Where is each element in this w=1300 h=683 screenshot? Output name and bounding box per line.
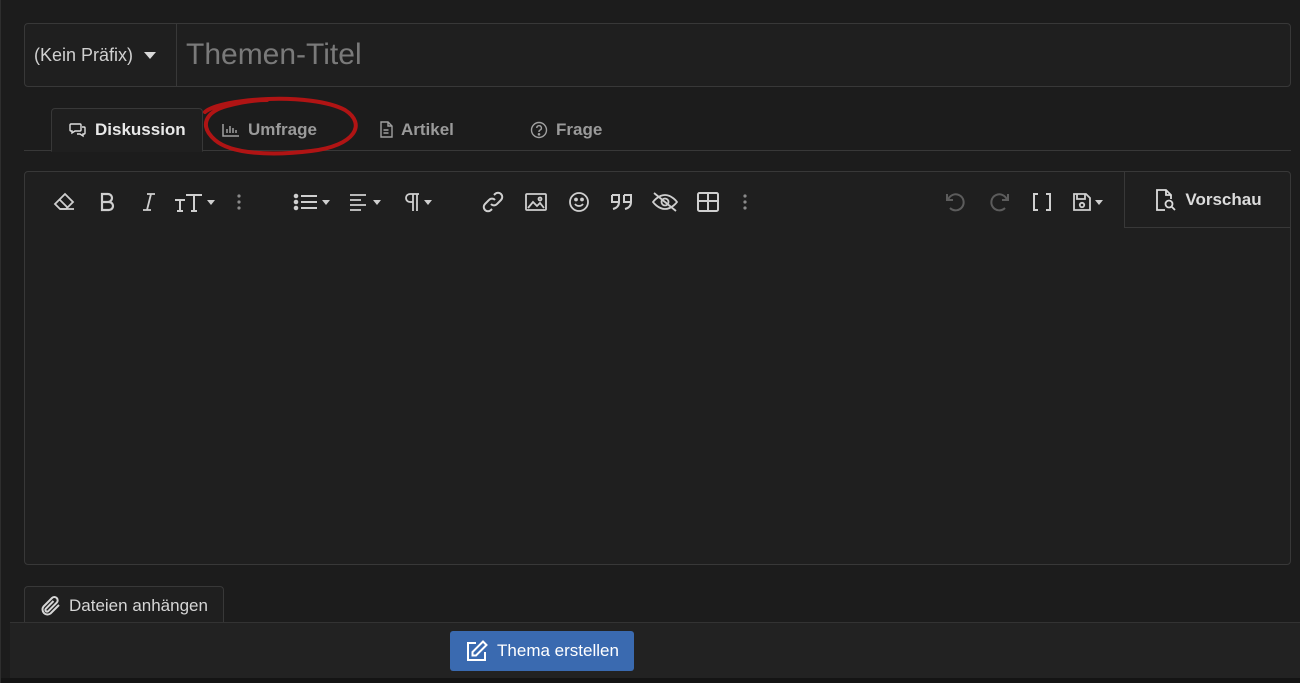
dropdown-caret-icon xyxy=(321,199,330,205)
insert-image-button[interactable] xyxy=(523,188,549,216)
editor: Vorschau xyxy=(24,171,1291,565)
submit-label: Thema erstellen xyxy=(497,641,619,660)
paragraph-icon xyxy=(404,193,419,211)
dropdown-caret-icon xyxy=(423,199,432,205)
comments-icon xyxy=(69,123,86,138)
quote-icon xyxy=(611,194,632,210)
question-icon xyxy=(530,121,548,138)
table-icon xyxy=(697,192,719,212)
tab-label: Diskussion xyxy=(95,120,186,139)
bold-button[interactable] xyxy=(95,188,119,216)
toggle-bbcode-button[interactable] xyxy=(1030,188,1054,216)
form-footer: Thema erstellen xyxy=(10,622,1300,678)
insert-table-button[interactable] xyxy=(695,188,721,216)
image-icon xyxy=(525,193,547,211)
create-thread-button[interactable]: Thema erstellen xyxy=(450,631,634,671)
insert-quote-button[interactable] xyxy=(608,188,636,216)
eye-slash-icon xyxy=(651,192,679,212)
insert-smiley-button[interactable] xyxy=(566,188,592,216)
more-vertical-icon xyxy=(743,194,747,210)
undo-icon xyxy=(946,193,965,212)
tab-label: Umfrage xyxy=(248,119,317,139)
tab-diskussion[interactable]: Diskussion xyxy=(51,108,203,152)
document-icon xyxy=(380,121,393,138)
eraser-icon xyxy=(53,192,75,210)
insert-link-button[interactable] xyxy=(480,188,506,216)
preview-button[interactable]: Vorschau xyxy=(1124,172,1290,228)
prefix-label: (Kein Präfix) xyxy=(34,44,134,65)
tab-label: Frage xyxy=(556,119,603,139)
edit-icon xyxy=(467,640,488,661)
new-thread-form: (Kein Präfix) Diskussion Umfrage Artikel xyxy=(0,0,1300,683)
message-editor-area[interactable] xyxy=(25,228,1290,564)
preview-icon xyxy=(1156,188,1177,211)
italic-icon xyxy=(143,193,155,211)
tab-label: Artikel xyxy=(401,119,454,139)
save-draft-icon xyxy=(1072,193,1091,211)
dropdown-caret-icon xyxy=(372,199,381,205)
attach-label: Dateien anhängen xyxy=(69,595,208,615)
editor-toolbar: Vorschau xyxy=(25,172,1290,228)
insert-spoiler-button[interactable] xyxy=(650,188,680,216)
redo-icon xyxy=(990,193,1009,212)
redo-button[interactable] xyxy=(986,188,1012,216)
tab-artikel[interactable]: Artikel xyxy=(379,108,454,151)
smiley-icon xyxy=(569,192,589,212)
caret-down-icon xyxy=(144,51,157,59)
dropdown-caret-icon xyxy=(206,199,215,205)
text-size-button[interactable] xyxy=(172,188,216,216)
dropdown-caret-icon xyxy=(1094,199,1103,205)
bottom-strip xyxy=(1,678,1300,683)
brackets-icon xyxy=(1033,193,1051,211)
align-icon xyxy=(349,194,366,211)
thread-title-input[interactable] xyxy=(177,24,1290,86)
text-size-icon xyxy=(174,194,202,212)
more-options-button[interactable] xyxy=(231,188,247,216)
link-icon xyxy=(482,191,504,213)
align-button[interactable] xyxy=(343,188,385,216)
list-icon xyxy=(293,193,317,211)
paragraph-button[interactable] xyxy=(397,188,437,216)
undo-button[interactable] xyxy=(943,188,969,216)
attach-files-button[interactable]: Dateien anhängen xyxy=(24,586,224,624)
title-row: (Kein Präfix) xyxy=(24,23,1291,87)
tab-frage[interactable]: Frage xyxy=(530,108,602,151)
chart-icon xyxy=(222,123,239,137)
bold-icon xyxy=(100,192,115,212)
more-options-button[interactable] xyxy=(737,188,753,216)
tab-umfrage[interactable]: Umfrage xyxy=(222,108,317,151)
more-vertical-icon xyxy=(237,194,241,210)
clear-format-button[interactable] xyxy=(51,188,77,216)
drafts-button[interactable] xyxy=(1066,188,1108,216)
paperclip-icon xyxy=(41,595,60,615)
italic-button[interactable] xyxy=(137,188,161,216)
preview-label: Vorschau xyxy=(1185,189,1262,209)
prefix-select[interactable]: (Kein Präfix) xyxy=(25,24,177,86)
list-button[interactable] xyxy=(289,188,333,216)
thread-type-tabs: Diskussion Umfrage Artikel Frage xyxy=(24,108,1291,152)
